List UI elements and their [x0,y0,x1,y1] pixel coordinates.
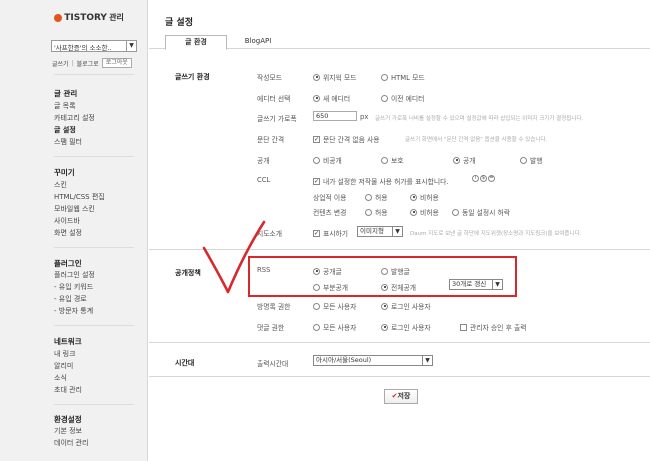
public-private-radio[interactable]: 비공개 [313,155,342,165]
chevron-down-icon: ▼ [392,227,402,236]
divider [54,247,134,248]
map-help: Daum 지도로 보낸 글 하단에 지도위젯(장소명과 지도링크)을 보여줍니다… [410,231,582,237]
cc-share-icon: = [488,175,495,182]
sidebar-item-keywords[interactable]: - 유입 키워드 [54,282,93,292]
change-deny-radio[interactable]: 비허용 [410,207,439,217]
sidebar-item-html-css[interactable]: HTML/CSS 편집 [54,192,105,202]
para-checkbox[interactable]: ✓ 문단 간격 없음 사용 [313,134,380,144]
sidebar-item-links[interactable]: 내 링크 [54,349,76,359]
comment-approval-checkbox[interactable]: 관리자 승인 후 출력 [460,322,527,332]
sidebar-item-mobile-skin[interactable]: 모바일웹 스킨 [54,204,95,214]
chevron-down-icon: ▼ [126,41,136,51]
tab-blogapi[interactable]: BlogAPI [233,35,283,49]
sidebar-item-spam-filter[interactable]: 스팸 필터 [54,137,82,147]
editor-new-radio[interactable]: 새 에디터 [313,93,350,103]
width-input[interactable]: 650 [313,111,357,121]
map-checkbox[interactable]: ✓ 표시하기 [313,228,348,238]
section-title-network: 네트워크 [54,337,82,346]
tab-post-env[interactable]: 글 환경 [165,35,227,50]
guestbook-login-radio[interactable]: 로그인 사용자 [381,301,431,311]
chevron-down-icon: ▼ [422,356,432,365]
checkmark-annotation-icon [202,220,266,294]
sidebar-item-sidebar[interactable]: 사이드바 [54,216,80,226]
editor-old-radio[interactable]: 이전 에디터 [381,93,424,103]
rss-full-radio[interactable]: 전체공개 [381,282,416,292]
section-label-timezone: 시간대 [175,359,195,367]
public-public-radio[interactable]: 공개 [453,155,476,165]
divider [149,342,650,343]
sidebar-item-data[interactable]: 데이터 관리 [54,438,88,448]
mode-html-radio[interactable]: HTML 모드 [381,72,425,82]
timezone-select[interactable]: 아시아/서울(Seoul) ▼ [313,355,433,366]
commercial-label: 상업적 이용 [313,194,347,202]
sidebar-item-category[interactable]: 카테고리 설정 [54,113,95,123]
comment-label: 댓글 권한 [257,324,285,332]
sidebar-item-skin[interactable]: 스킨 [54,180,67,190]
top-links: 글쓰기 | 블로그로 로그아웃 [52,58,132,68]
sidebar: TISTORY 관리 '사프한증'의 소소한.. ▼ 글쓰기 | 블로그로 로그… [0,0,148,461]
sidebar-item-invites[interactable]: 초대 관리 [54,385,82,395]
rss-partial-radio[interactable]: 부분공개 [313,282,348,292]
sidebar-item-visitors[interactable]: - 방문자 통계 [54,306,93,316]
rss-count-select[interactable]: 30개로 갱신 ▼ [449,279,503,290]
cc-noncommercial-icon: $ [480,175,487,182]
sidebar-item-basic-info[interactable]: 기본 정보 [54,426,82,436]
divider [54,404,134,405]
sidebar-item-referrers[interactable]: - 유입 경로 [54,294,87,304]
public-protected-radio[interactable]: 보호 [381,155,404,165]
section-title-design: 꾸미기 [54,168,75,177]
divider [54,74,134,75]
timezone-label: 출력시간대 [257,360,289,368]
comment-login-radio[interactable]: 로그인 사용자 [381,322,431,332]
sidebar-item-screen[interactable]: 화면 설정 [54,228,82,238]
change-same-radio[interactable]: 동일 설정시 허락 [452,207,510,217]
divider [54,325,134,326]
chevron-down-icon: ▼ [492,280,502,289]
cc-icons: i $ = [472,175,496,182]
sidebar-item-news[interactable]: 소식 [54,373,67,383]
page-title: 글 설정 [165,18,193,28]
change-allow-radio[interactable]: 허용 [365,207,388,217]
editor-label: 에디터 선택 [257,95,291,103]
para-help: 글쓰기 화면에서 "문단 간격 없음" 옵션을 사용할 수 있습니다. [405,137,548,143]
guestbook-all-radio[interactable]: 모든 사용자 [313,301,356,311]
sidebar-item-post-settings[interactable]: 글 설정 [54,125,76,135]
map-type-select[interactable]: 이미지형 ▼ [357,226,403,237]
commercial-deny-radio[interactable]: 비허용 [410,192,439,202]
section-title-plugin: 플러그인 [54,259,82,268]
write-link[interactable]: 글쓰기 [52,59,69,68]
width-unit: px [360,113,369,121]
tistory-logo[interactable]: TISTORY 관리 [54,12,124,23]
logout-button[interactable]: 로그아웃 [101,58,132,68]
section-title-env: 환경설정 [54,415,82,424]
ccl-checkbox[interactable]: ✓ 내가 설정한 저작물 사용 허가를 표시합니다. [313,176,449,186]
rss-published-radio[interactable]: 발행글 [381,266,410,276]
sidebar-item-plugin-settings[interactable]: 플러그인 설정 [54,270,95,280]
section-label-writing: 글쓰기 환경 [175,73,210,81]
sidebar-item-notifier[interactable]: 알리미 [54,361,73,371]
guestbook-label: 방명록 권한 [257,303,291,311]
commercial-allow-radio[interactable]: 허용 [365,192,388,202]
para-label: 문단 간격 [257,136,285,144]
comment-all-radio[interactable]: 모든 사용자 [313,322,356,332]
width-label: 글쓰기 가로폭 [257,115,297,123]
section-title-post: 글 관리 [54,89,78,98]
save-button[interactable]: ✔저장 [384,389,418,404]
tistory-logo-icon [54,14,62,22]
blog-link[interactable]: 블로그로 [77,59,99,68]
mode-label: 작성모드 [257,74,283,82]
public-publish-radio[interactable]: 발행 [520,155,543,165]
mode-wysiwyg-radio[interactable]: 위지윅 모드 [313,72,356,82]
divider [54,156,134,157]
sidebar-item-post-list[interactable]: 글 목록 [54,101,76,111]
change-label: 컨텐츠 변경 [313,209,347,217]
blog-select[interactable]: '사프한증'의 소소한.. ▼ [51,40,137,52]
rss-public-radio[interactable]: 공개글 [313,266,342,276]
divider [149,376,650,377]
public-label: 공개 [257,157,270,165]
cc-info-icon: i [472,175,479,182]
width-help: 글쓰기 가로폭 너비를 설정할 수 있으며 설정값에 따라 삽입되는 이미지 크… [375,116,584,122]
ccl-label: CCL [257,176,271,184]
